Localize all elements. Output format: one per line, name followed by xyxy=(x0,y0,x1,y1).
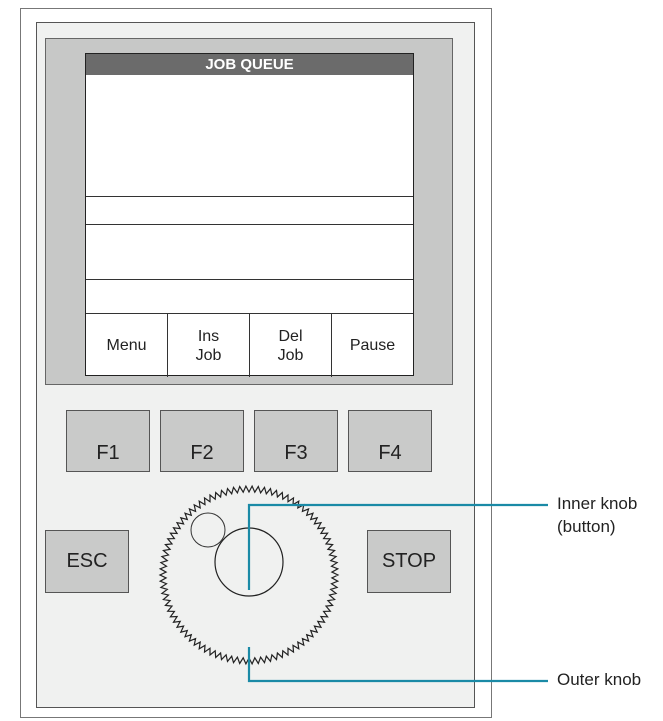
knob-diagram xyxy=(158,484,548,683)
callout-line-inner xyxy=(247,503,548,590)
outer-knob-label: Outer knob xyxy=(557,670,642,689)
inner-knob-label-line2: (button) xyxy=(557,517,616,536)
knob-indicator xyxy=(190,512,226,548)
inner-knob-label: Inner knob (button) xyxy=(557,492,637,538)
inner-knob-label-line1: Inner knob xyxy=(557,494,638,513)
